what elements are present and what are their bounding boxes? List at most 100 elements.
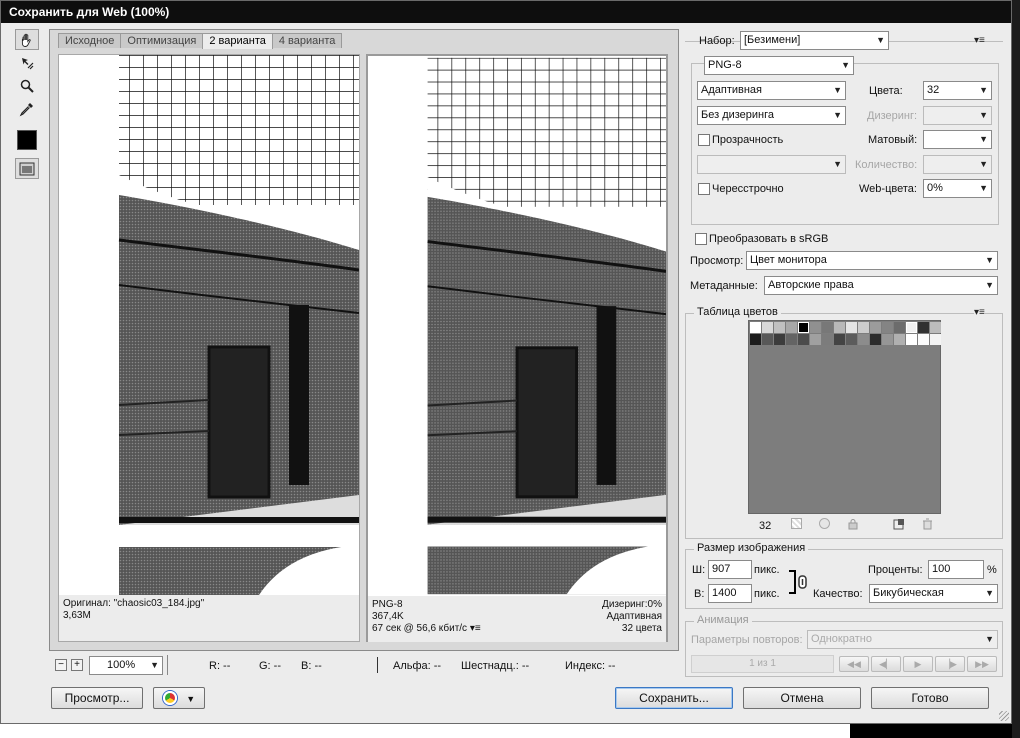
color-swatch[interactable]	[774, 322, 785, 333]
loop-options-select[interactable]: Однократно ▼	[807, 630, 998, 649]
color-palette[interactable]	[748, 320, 941, 514]
eyedropper-icon[interactable]	[15, 98, 39, 119]
download-menu-icon[interactable]: ▾≡	[470, 623, 481, 634]
prev-frame-button[interactable]: ◀▏	[871, 656, 901, 672]
reduction-select[interactable]: Адаптивная ▼	[697, 81, 846, 100]
frame-counter: 1 из 1	[691, 655, 834, 673]
browser-icon	[162, 690, 177, 705]
color-swatch[interactable]	[786, 322, 797, 333]
web-shift-icon[interactable]	[819, 518, 831, 530]
zoom-in-button[interactable]: +	[71, 659, 83, 671]
interlaced-checkbox[interactable]	[698, 183, 710, 195]
zoom-out-button[interactable]: −	[55, 659, 67, 671]
dither-amount-select[interactable]: ▼	[923, 106, 992, 125]
new-color-icon[interactable]	[893, 518, 905, 530]
toggle-slices-icon[interactable]	[15, 158, 39, 179]
amount-select[interactable]: ▼	[923, 155, 992, 174]
slice-select-icon[interactable]	[15, 52, 39, 73]
trash-icon[interactable]	[921, 518, 933, 530]
color-swatch[interactable]	[870, 322, 881, 333]
color-swatch[interactable]	[798, 334, 809, 345]
optimize-menu-icon[interactable]: ▾≡	[974, 35, 985, 46]
color-swatch[interactable]	[894, 334, 905, 345]
format-select[interactable]: PNG-8 ▼	[704, 56, 854, 75]
web-snap-select[interactable]: 0% ▼	[923, 179, 992, 198]
height-unit: пикс.	[754, 588, 780, 600]
color-swatch[interactable]	[822, 322, 833, 333]
color-swatch[interactable]	[906, 334, 917, 345]
color-swatch[interactable]	[870, 334, 881, 345]
color-swatch[interactable]	[834, 322, 845, 333]
tab-original[interactable]: Исходное	[58, 33, 122, 48]
map-to-transparent-icon[interactable]	[791, 518, 803, 530]
save-button[interactable]: Сохранить...	[615, 687, 733, 709]
hand-icon[interactable]	[15, 29, 39, 50]
first-frame-button[interactable]: ◀◀	[839, 656, 869, 672]
original-pane: Оригинал: "chaosic03_184.jpg" 3,63M	[58, 54, 360, 642]
constrain-link-icon[interactable]	[787, 569, 809, 595]
color-swatch[interactable]	[810, 322, 821, 333]
browser-select-button[interactable]: ▼	[153, 687, 205, 709]
color-swatch[interactable]	[834, 334, 845, 345]
color-swatch[interactable]	[762, 334, 773, 345]
matte-select[interactable]: ▼	[923, 130, 992, 149]
last-frame-button[interactable]: ▶▶	[967, 656, 997, 672]
height-label: В:	[694, 588, 705, 600]
play-button[interactable]: ▶	[903, 656, 933, 672]
width-input[interactable]: 907	[708, 560, 752, 579]
transparency-label: Прозрачность	[712, 134, 784, 146]
quality-select[interactable]: Бикубическая ▼	[869, 584, 998, 603]
preview-in-browser-button[interactable]: Просмотр...	[51, 687, 143, 709]
tab-4-up[interactable]: 4 варианта	[271, 33, 343, 48]
preset-select[interactable]: [Безимени] ▼	[740, 31, 889, 50]
color-swatch[interactable]	[894, 322, 905, 333]
resize-grip[interactable]	[999, 711, 1009, 721]
green-readout: G: --	[259, 660, 281, 672]
done-button[interactable]: Готово	[871, 687, 989, 709]
color-swatch[interactable]	[882, 334, 893, 345]
metadata-select[interactable]: Авторские права ▼	[764, 276, 998, 295]
zoom-select[interactable]: 100% ▼	[89, 656, 163, 675]
cancel-button[interactable]: Отмена	[743, 687, 861, 709]
color-swatch[interactable]	[786, 334, 797, 345]
color-swatch[interactable]	[918, 322, 929, 333]
color-swatch[interactable]	[846, 322, 857, 333]
color-swatch[interactable]	[858, 334, 869, 345]
color-swatch[interactable]	[798, 322, 809, 333]
color-swatch[interactable]	[822, 334, 833, 345]
original-image[interactable]	[59, 55, 359, 595]
transparency-checkbox[interactable]	[698, 134, 710, 146]
convert-srgb-checkbox[interactable]	[695, 233, 707, 245]
color-swatch[interactable]	[810, 334, 821, 345]
color-swatch[interactable]	[906, 322, 917, 333]
color-swatch[interactable]	[882, 322, 893, 333]
color-swatch[interactable]	[930, 334, 941, 345]
lock-color-icon[interactable]	[847, 518, 859, 530]
color-swatch-icon[interactable]	[15, 129, 39, 150]
color-swatch[interactable]	[918, 334, 929, 345]
optimized-image[interactable]	[368, 56, 666, 596]
dither-algorithm-select[interactable]: Без дизеринга ▼	[697, 106, 846, 125]
color-swatch[interactable]	[930, 322, 941, 333]
percent-input[interactable]: 100	[928, 560, 984, 579]
zoom-icon[interactable]	[15, 75, 39, 96]
color-swatch[interactable]	[858, 322, 869, 333]
width-unit: пикс.	[754, 564, 780, 576]
colors-select[interactable]: 32 ▼	[923, 81, 992, 100]
color-swatch[interactable]	[762, 322, 773, 333]
height-input[interactable]: 1400	[708, 584, 752, 603]
next-frame-button[interactable]: ▕▶	[935, 656, 965, 672]
transparency-dither-select[interactable]: ▼	[697, 155, 846, 174]
optimized-palette: Адаптивная	[606, 611, 662, 622]
color-swatch[interactable]	[750, 322, 761, 333]
tab-optimized[interactable]: Оптимизация	[120, 33, 204, 48]
color-table-menu-icon[interactable]: ▾≡	[974, 307, 985, 318]
color-swatch[interactable]	[846, 334, 857, 345]
preview-mode-select[interactable]: Цвет монитора ▼	[746, 251, 998, 270]
save-for-web-dialog: Сохранить для Web (100%) Исходное Оптими…	[0, 0, 1012, 724]
color-swatch[interactable]	[750, 334, 761, 345]
original-size: 3,63M	[63, 610, 91, 621]
hex-readout: Шестнадц.: --	[461, 660, 530, 672]
color-swatch[interactable]	[774, 334, 785, 345]
tab-2-up[interactable]: 2 варианта	[202, 33, 273, 49]
